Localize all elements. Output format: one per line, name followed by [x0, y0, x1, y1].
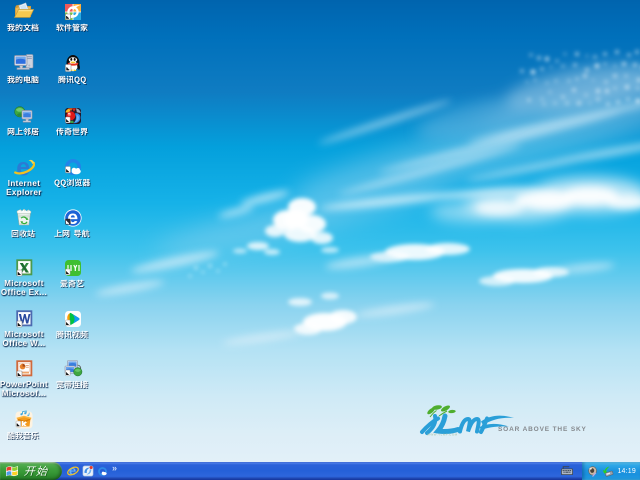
svg-text:e: e [16, 157, 30, 178]
svg-text:WWW.YLMF.COM: WWW.YLMF.COM [427, 433, 458, 437]
svg-text:SOAR ABOVE THE SKY: SOAR ABOVE THE SKY [498, 426, 587, 433]
svg-text:e: e [67, 208, 78, 228]
